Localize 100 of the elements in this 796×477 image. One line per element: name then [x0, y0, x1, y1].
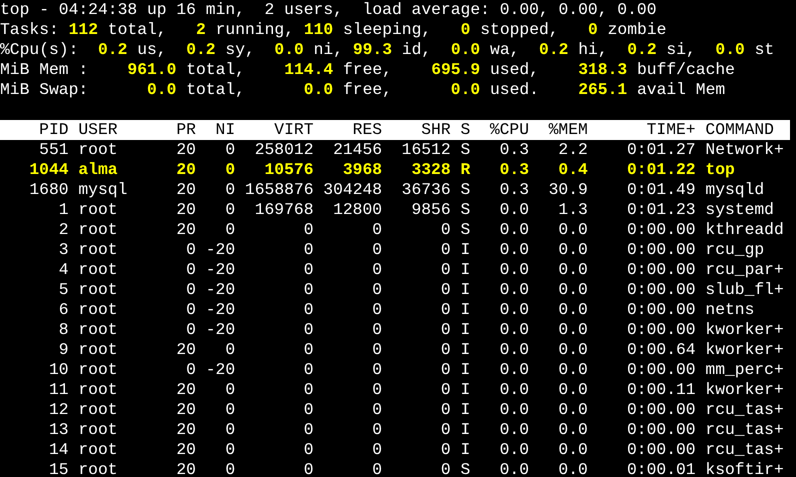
table-cell-text: root [78, 380, 119, 400]
table-cell: -20 [206, 260, 236, 280]
column-header: NI [214, 120, 236, 140]
table-cell: I [460, 360, 470, 380]
table-cell-text: 1 [58, 200, 69, 220]
table-cell-text: 20 [175, 400, 196, 420]
table-cell-text: top [705, 160, 736, 180]
table-cell-text: 0 [224, 160, 236, 180]
table-cell-text: 0:01.23 [626, 200, 696, 220]
table-cell-text: 3 [58, 240, 69, 260]
table-cell: I [460, 280, 470, 300]
table-cell: -20 [206, 240, 236, 260]
summary-line: MiB Swap: 0.0 total, 0.0 free, 0.0 used. 265.1 avail Mem [0, 80, 726, 100]
table-cell-text: 0.0 [498, 220, 530, 240]
table-cell-text: 0.0 [498, 340, 530, 360]
table-cell: ksoftir+ [705, 460, 784, 477]
table-cell-text: 5 [58, 280, 69, 300]
table-cell-text: 0.0 [557, 240, 588, 260]
table-cell-text: 0 [371, 260, 382, 280]
table-cell-text: 11 [48, 380, 69, 400]
table-cell-text: 20 [175, 340, 196, 360]
table-cell-text: 0:00.00 [626, 360, 696, 380]
column-header: VIRT [273, 120, 314, 140]
table-cell-text: 0 [224, 220, 236, 240]
table-cell-text: 0.0 [498, 280, 530, 300]
table-cell-text: 0.3 [498, 160, 530, 180]
table-cell-text: 6 [58, 300, 69, 320]
table-cell-text: root [78, 420, 119, 440]
table-cell-text: 0 [440, 420, 451, 440]
table-cell-text: netns [705, 300, 756, 320]
table-cell-text: 0.0 [557, 380, 588, 400]
table-cell: S [460, 200, 470, 220]
table-cell-text: 0 [302, 260, 314, 280]
table-cell-text: 20 [175, 380, 196, 400]
table-cell-text: 20 [175, 220, 196, 240]
summary-line: Tasks: 112 total, 2 running, 110 sleeping, 0 stopped, 0 zombie [0, 20, 666, 40]
table-cell-text: 0:00.00 [626, 280, 696, 300]
table-cell: I [460, 340, 470, 360]
table-cell-text: mysql [78, 180, 128, 200]
table-cell-text: 0 [302, 300, 314, 320]
table-cell-text: 0 [302, 400, 314, 420]
table-cell-text: 0 [302, 360, 314, 380]
table-cell-text: 0 [224, 200, 236, 220]
table-cell-text: 0.0 [498, 380, 530, 400]
table-cell-text: 0:00.00 [626, 440, 696, 460]
table-cell: rcu_tas+ [705, 400, 784, 420]
table-cell: I [460, 420, 470, 440]
table-cell-text: 9856 [410, 200, 451, 220]
table-cell-text: 30.9 [548, 180, 588, 200]
table-cell-text: 0:01.22 [626, 160, 696, 180]
table-cell: 1658876 [244, 180, 314, 200]
table-cell-text: root [78, 280, 119, 300]
table-cell: rcu_tas+ [705, 420, 784, 440]
table-cell-text: 0.0 [557, 340, 588, 360]
table-cell-text: 0 [185, 320, 196, 340]
table-cell-text: 0.0 [498, 400, 530, 420]
column-header: COMMAND [705, 120, 775, 140]
table-cell-text: 0:00.64 [626, 340, 696, 360]
table-cell-text: 13 [48, 420, 69, 440]
table-cell-text: 12 [48, 400, 69, 420]
table-cell-text: 0 [371, 440, 382, 460]
table-cell-text: 0.0 [498, 440, 530, 460]
table-cell-text: 0.0 [498, 200, 530, 220]
table-cell-text: 0 [371, 280, 382, 300]
table-cell-text: root [78, 220, 119, 240]
table-cell-text: 0:00.01 [626, 460, 696, 477]
table-cell-text: 0:01.49 [626, 180, 696, 200]
table-cell: S [460, 180, 470, 200]
table-cell-text: 10576 [264, 160, 314, 180]
column-header: TIME+ [646, 120, 696, 140]
table-cell-text: rcu_gp [705, 240, 766, 260]
table-cell-text: 16512 [400, 140, 451, 160]
table-cell-text: 0 [371, 240, 382, 260]
table-cell-text: 0 [224, 180, 236, 200]
table-cell-text: 20 [175, 460, 196, 477]
table-cell-text: mysqld [705, 180, 766, 200]
table-cell-text: 21456 [332, 140, 382, 160]
table-cell-text: 0 [302, 220, 314, 240]
table-cell-text: root [78, 200, 119, 220]
table-cell-text: 0 [440, 260, 451, 280]
table-cell-text: 0:00.00 [626, 260, 696, 280]
table-cell: kthreadd [705, 220, 784, 240]
table-cell: I [460, 440, 470, 460]
table-cell-text: 0:00.00 [626, 300, 696, 320]
table-cell-text: 0.0 [557, 400, 588, 420]
table-cell-text: 0.0 [498, 460, 530, 477]
table-cell-text: 0.0 [498, 420, 530, 440]
table-cell-text: 20 [175, 420, 196, 440]
table-cell: I [460, 300, 470, 320]
table-cell-text: root [78, 320, 119, 340]
summary-line: MiB Mem : 961.0 total, 114.4 free, 695.9 used, 318.3 buff/cache [0, 60, 735, 80]
table-cell-text: 0 [302, 380, 314, 400]
table-cell-text: 0.0 [557, 260, 588, 280]
table-cell-text: 0 [302, 320, 314, 340]
table-cell: 304248 [323, 180, 382, 200]
table-cell-text: 0 [302, 440, 314, 460]
table-cell-text: 0 [371, 320, 382, 340]
table-cell-text: 3328 [410, 160, 451, 180]
table-cell-text: 0 [302, 240, 314, 260]
table-cell-text: 0.3 [498, 140, 530, 160]
